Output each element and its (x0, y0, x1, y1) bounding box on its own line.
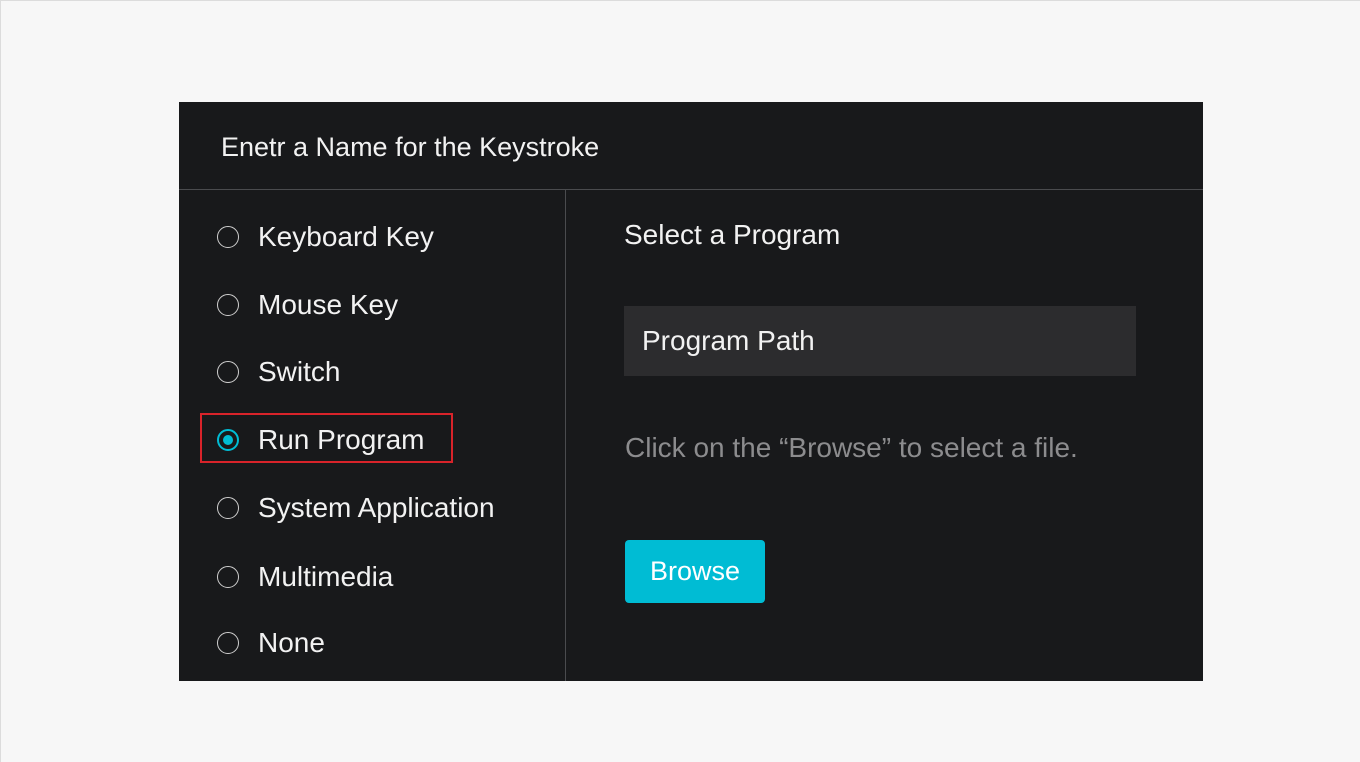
radio-button[interactable] (217, 226, 239, 248)
option-none[interactable]: None (217, 625, 325, 661)
radio-button[interactable] (217, 361, 239, 383)
program-path-field[interactable]: Program Path (624, 306, 1136, 376)
dialog-header: Enetr a Name for the Keystroke (179, 102, 1203, 190)
option-label: Multimedia (258, 561, 394, 592)
option-label: Switch (258, 356, 341, 387)
browse-button[interactable]: Browse (625, 540, 765, 603)
option-label: Mouse Key (258, 289, 399, 320)
radio-button-checked[interactable] (217, 429, 239, 451)
option-label: None (258, 627, 325, 658)
browse-hint-text: Click on the “Browse” to select a file. (625, 432, 1078, 463)
option-run-program[interactable]: Run Program (217, 422, 425, 458)
option-multimedia[interactable]: Multimedia (217, 559, 393, 595)
option-label: System Application (258, 492, 495, 523)
page: Enetr a Name for the Keystroke Keyboard … (0, 0, 1360, 762)
program-settings-panel: Select a Program Program Path Click on t… (566, 190, 1203, 681)
option-switch[interactable]: Switch (217, 354, 340, 390)
action-type-list: Keyboard Key Mouse Key Switch Run Progra… (179, 190, 566, 681)
option-system-application[interactable]: System Application (217, 490, 495, 526)
option-label: Keyboard Key (258, 221, 434, 252)
keystroke-dialog: Enetr a Name for the Keystroke Keyboard … (179, 102, 1203, 681)
radio-button[interactable] (217, 632, 239, 654)
section-title: Select a Program (624, 219, 841, 250)
radio-button[interactable] (217, 294, 239, 316)
option-mouse-key[interactable]: Mouse Key (217, 287, 398, 323)
radio-button[interactable] (217, 497, 239, 519)
dialog-title: Enetr a Name for the Keystroke (221, 132, 600, 162)
radio-button[interactable] (217, 566, 239, 588)
option-label: Run Program (258, 424, 425, 455)
option-keyboard-key[interactable]: Keyboard Key (217, 219, 434, 255)
